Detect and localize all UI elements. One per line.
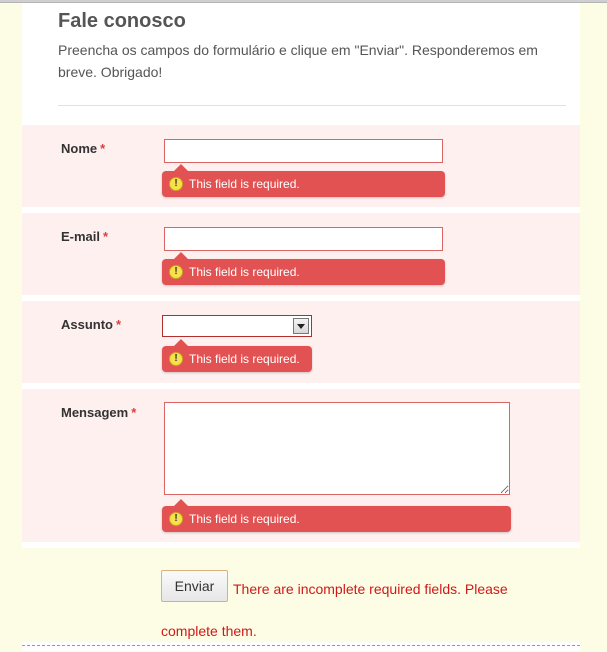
subject-select[interactable] [162,315,312,337]
header-divider [58,105,566,106]
subject-label-text: Assunto [61,317,113,332]
name-error-tooltip: ! This field is required. [162,164,445,197]
required-mark: * [131,405,137,420]
required-mark: * [100,141,106,156]
subject-error-text: This field is required. [189,352,300,366]
warning-icon: ! [169,512,183,526]
name-label: Nome * [61,141,105,156]
email-error-tooltip: ! This field is required. [162,252,445,285]
email-label-text: E-mail [61,229,101,244]
email-error-text: This field is required. [189,265,300,279]
field-row-message: Mensagem * ! This field is required. [22,389,580,542]
contact-form: Fale conosco Preencha os campos do formu… [22,3,580,651]
name-error-text: This field is required. [189,177,300,191]
field-row-name: Nome * ! This field is required. [22,125,580,207]
field-row-subject: Assunto * ! This field is required. [22,301,580,383]
subject-label: Assunto * [61,317,121,332]
field-row-email: E-mail * ! This field is required. [22,213,580,295]
warning-icon: ! [169,352,183,366]
form-description: Preencha os campos do formulário e cliqu… [58,42,538,80]
bottom-dashed-divider [22,645,580,646]
form-header: Fale conosco Preencha os campos do formu… [22,3,580,121]
message-label: Mensagem * [61,405,136,420]
form-title: Fale conosco [58,10,186,32]
email-input[interactable] [164,227,443,251]
name-input[interactable] [164,139,443,163]
message-error-text: This field is required. [189,512,300,526]
subject-error-tooltip: ! This field is required. [162,339,312,372]
submit-row: There are incomplete required fields. Pl… [22,548,580,642]
chevron-down-icon[interactable] [293,318,309,334]
required-mark: * [116,317,122,332]
email-label: E-mail * [61,229,108,244]
message-error-tooltip: ! This field is required. [162,499,511,532]
warning-icon: ! [169,177,183,191]
warning-icon: ! [169,265,183,279]
name-label-text: Nome [61,141,98,156]
submit-button[interactable]: Enviar [161,570,228,602]
message-label-text: Mensagem [61,405,129,420]
message-textarea[interactable] [164,402,510,495]
required-mark: * [103,229,109,244]
